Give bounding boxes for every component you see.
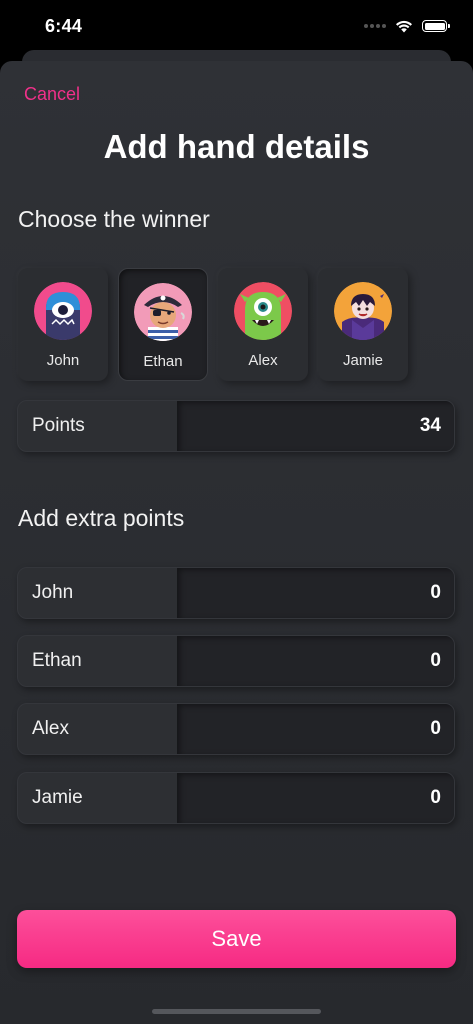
extra-points-label: John: [32, 582, 74, 603]
player-card-ethan[interactable]: Ethan: [118, 268, 208, 381]
points-input[interactable]: [177, 401, 454, 451]
extra-points-row-john: John: [17, 567, 455, 619]
status-icons: [364, 20, 450, 33]
pirate-icon: [134, 283, 192, 341]
save-button[interactable]: Save: [17, 910, 456, 968]
player-card-john[interactable]: John: [18, 268, 108, 381]
cellular-signal-icon: [364, 24, 386, 28]
player-name: Ethan: [143, 353, 183, 370]
player-name: John: [46, 352, 80, 369]
extra-points-row-alex: Alex: [17, 703, 455, 755]
cancel-button[interactable]: Cancel: [24, 84, 80, 105]
vampire-icon: [334, 282, 392, 340]
extra-points-input-ethan[interactable]: [177, 636, 454, 686]
extra-points-input-jamie[interactable]: [177, 773, 454, 823]
points-label: Points: [32, 415, 85, 436]
wifi-icon: [396, 20, 412, 32]
player-card-jamie[interactable]: Jamie: [318, 268, 408, 381]
player-name: Jamie: [342, 352, 383, 369]
player-card-alex[interactable]: Alex: [218, 268, 308, 381]
green-monster-icon: [234, 282, 292, 340]
extra-points-input-alex[interactable]: [177, 704, 454, 754]
cyclops-monster-icon: [34, 282, 92, 340]
extra-points-label: Jamie: [32, 787, 83, 808]
choose-winner-heading: Choose the winner: [18, 206, 210, 232]
battery-icon: [422, 20, 450, 32]
extra-points-input-john[interactable]: [177, 568, 454, 618]
status-bar: 6:44: [0, 0, 473, 52]
winner-picker: John Ethan Alex Jamie: [18, 268, 408, 381]
extra-points-row-ethan: Ethan: [17, 635, 455, 687]
status-time: 6:44: [45, 15, 83, 36]
extra-points-heading: Add extra points: [18, 505, 185, 531]
home-indicator: [152, 1009, 321, 1014]
extra-points-label: Ethan: [32, 650, 82, 671]
extra-points-label: Alex: [32, 718, 69, 739]
player-name: Alex: [248, 352, 278, 369]
extra-points-row-jamie: Jamie: [17, 772, 455, 824]
points-field: Points: [17, 400, 455, 452]
page-title: Add hand details: [103, 128, 370, 165]
